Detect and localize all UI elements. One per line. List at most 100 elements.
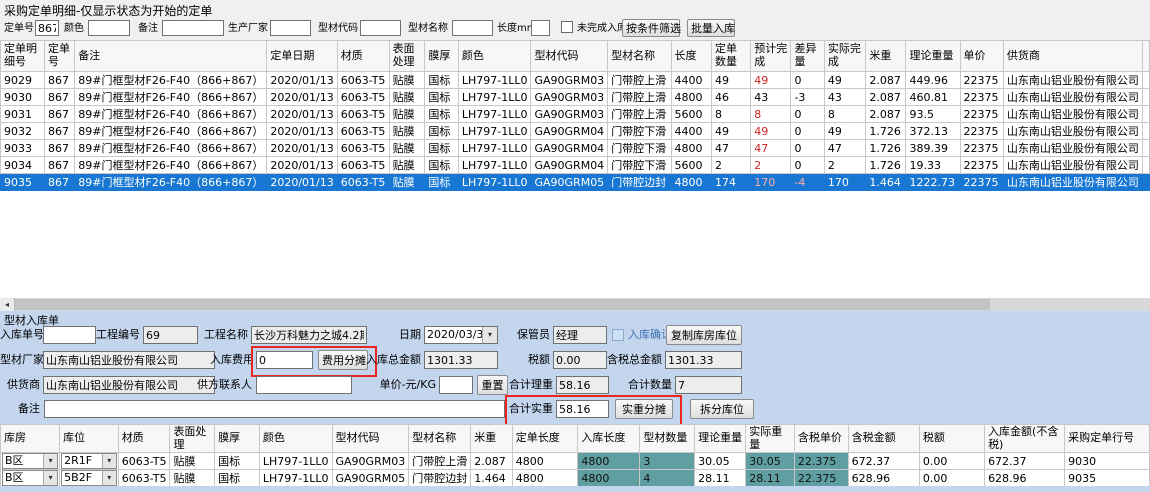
cell: 9030 — [1, 89, 45, 106]
column-header: 型材代码 — [332, 425, 409, 453]
fee-share-button[interactable]: 费用分摊 — [318, 350, 368, 370]
profile-name-input[interactable] — [452, 20, 493, 36]
filter-by-condition-button[interactable]: 按条件筛选 — [622, 19, 680, 37]
cell: 贴膜 — [389, 72, 425, 89]
cell: 山东南山铝业股份有限公司 — [1003, 123, 1142, 140]
remark-field-input[interactable] — [44, 400, 505, 418]
profile-name-label: 型材名称 — [408, 22, 448, 36]
manufacturer-input[interactable] — [270, 20, 311, 36]
table-row[interactable]: 903286789#门框型材F26-F40（866+867）2020/01/13… — [1, 123, 1150, 140]
supplier-input[interactable] — [43, 376, 215, 394]
cell: 山东南山铝业股份有限公司 — [1003, 72, 1142, 89]
column-header: 膜厚 — [215, 425, 260, 453]
cell: 贴膜 — [389, 174, 425, 191]
cell: 山东南山铝业股份有限公司 — [1003, 157, 1142, 174]
cell: 22375 — [960, 72, 1003, 89]
table-row[interactable]: 903486789#门框型材F26-F40（866+867）2020/01/13… — [1, 157, 1150, 174]
inbound-items-table[interactable]: 库房库位材质表面处理膜厚颜色型材代码型材名称米重定单长度入库长度型材数量理论重量… — [0, 424, 1150, 486]
cell: 贴膜 — [170, 470, 215, 486]
table-row[interactable]: 903086789#门框型材F26-F40（866+867）2020/01/13… — [1, 89, 1150, 106]
scrollbar-thumb[interactable] — [15, 299, 990, 310]
color-input[interactable] — [88, 20, 130, 36]
total-actual-weight-input[interactable] — [556, 400, 609, 418]
project-no-input[interactable] — [143, 326, 198, 344]
date-input[interactable]: 2020/03/31 ▾ — [424, 326, 498, 344]
total-amount-input[interactable] — [424, 351, 498, 369]
header-row: 定单明细号定单号备注定单日期材质表面处理膜厚颜色型材代码型材名称长度定单数量预计… — [1, 41, 1150, 72]
batch-inbound-button[interactable]: 批量入库 — [687, 19, 735, 37]
cell: 国标 — [425, 89, 459, 106]
factory-input[interactable] — [43, 351, 215, 369]
cell: LH797-1LL0 — [458, 174, 531, 191]
warehouse-select[interactable]: B区▾ — [2, 470, 58, 486]
entry-fee-input[interactable] — [256, 351, 313, 369]
cell: 国标 — [425, 106, 459, 123]
actual-weight-share-button[interactable]: 实重分摊 — [615, 399, 673, 419]
remark-input[interactable] — [162, 20, 224, 36]
chevron-down-icon[interactable]: ▾ — [102, 471, 116, 485]
split-bin-button[interactable]: 拆分库位 — [690, 399, 754, 419]
chevron-down-icon[interactable]: ▾ — [102, 454, 116, 468]
cell: B区▾ — [1, 453, 60, 470]
cell: 89#门框型材F26-F40（866+867） — [75, 89, 267, 106]
cell: 22375 — [960, 106, 1003, 123]
cell: 170 — [751, 174, 791, 191]
keeper-input[interactable] — [553, 326, 607, 344]
calendar-dropdown-icon[interactable]: ▾ — [482, 327, 497, 343]
entry-no-input[interactable] — [43, 326, 96, 344]
inbound-confirm-checkbox[interactable] — [612, 329, 624, 341]
table-row[interactable]: 903186789#门框型材F26-F40（866+867）2020/01/13… — [1, 106, 1150, 123]
table-row[interactable]: 902986789#门框型材F26-F40（866+867）2020/01/13… — [1, 72, 1150, 89]
cell: 47 — [824, 140, 866, 157]
table-row[interactable]: B区▾2R1F▾6063-T5贴膜国标LH797-1LL0GA90GRM03门带… — [1, 453, 1150, 470]
total-qty-input[interactable] — [675, 376, 742, 394]
date-label: 日期 — [390, 326, 421, 344]
total-theory-weight-input[interactable] — [556, 376, 609, 394]
keeper-label: 保管员 — [514, 326, 550, 344]
reset-button[interactable]: 重置 — [477, 375, 508, 395]
cell: 47 — [751, 140, 791, 157]
bin-select[interactable]: 5B2F▾ — [61, 470, 117, 486]
bin-select[interactable]: 2R1F▾ — [61, 453, 117, 469]
cell: 867 — [45, 157, 75, 174]
copy-bins-button[interactable]: 复制库房库位 — [666, 325, 742, 345]
cell: 6063-T5 — [337, 89, 389, 106]
column-header: 定单数量 — [711, 41, 750, 72]
total-with-tax-input[interactable] — [665, 351, 742, 369]
table-row[interactable]: 903386789#门框型材F26-F40（866+867）2020/01/13… — [1, 140, 1150, 157]
cell: 0 — [791, 72, 824, 89]
cell: 2 — [711, 157, 750, 174]
table-row[interactable]: B区▾5B2F▾6063-T5贴膜国标LH797-1LL0GA90GRM05门带… — [1, 470, 1150, 486]
horizontal-scrollbar[interactable]: ◂ — [0, 298, 1150, 311]
chevron-down-icon[interactable]: ▾ — [43, 454, 57, 468]
tax-input[interactable] — [553, 351, 607, 369]
cell: 6063-T5 — [337, 140, 389, 157]
unfinished-checkbox[interactable] — [561, 21, 573, 33]
chevron-down-icon[interactable]: ▾ — [43, 471, 57, 485]
purchase-order-table[interactable]: 定单明细号定单号备注定单日期材质表面处理膜厚颜色型材代码型材名称长度定单数量预计… — [0, 40, 1150, 191]
unit-price-input[interactable] — [439, 376, 473, 394]
cell: 22375 — [960, 123, 1003, 140]
cell: 22.375 — [794, 453, 848, 470]
column-header: 米重 — [471, 425, 513, 453]
length-input[interactable] — [531, 20, 550, 36]
entry-fee-label: 入库费用 — [210, 351, 252, 369]
profile-code-input[interactable] — [360, 20, 401, 36]
cell: 49 — [711, 123, 750, 140]
total-qty-label: 合计数量 — [628, 376, 672, 394]
column-header: 库位 — [60, 425, 119, 453]
cell: 0.00 — [919, 470, 984, 486]
supplier-contact-input[interactable] — [256, 376, 352, 394]
warehouse-select[interactable]: B区▾ — [2, 453, 58, 469]
cell — [1142, 72, 1149, 89]
cell: 0 — [791, 157, 824, 174]
table-row[interactable]: 903586789#门框型材F26-F40（866+867）2020/01/13… — [1, 174, 1150, 191]
cell: 49 — [751, 72, 791, 89]
order-no-input[interactable] — [35, 20, 59, 36]
cell: 30.05 — [695, 453, 746, 470]
project-name-input[interactable] — [251, 326, 367, 344]
column-header: 定单明细号 — [1, 41, 45, 72]
cell: 山东南山铝业股份有限公司 — [1003, 140, 1142, 157]
column-header — [1142, 41, 1149, 72]
scroll-left-button[interactable]: ◂ — [0, 298, 15, 311]
